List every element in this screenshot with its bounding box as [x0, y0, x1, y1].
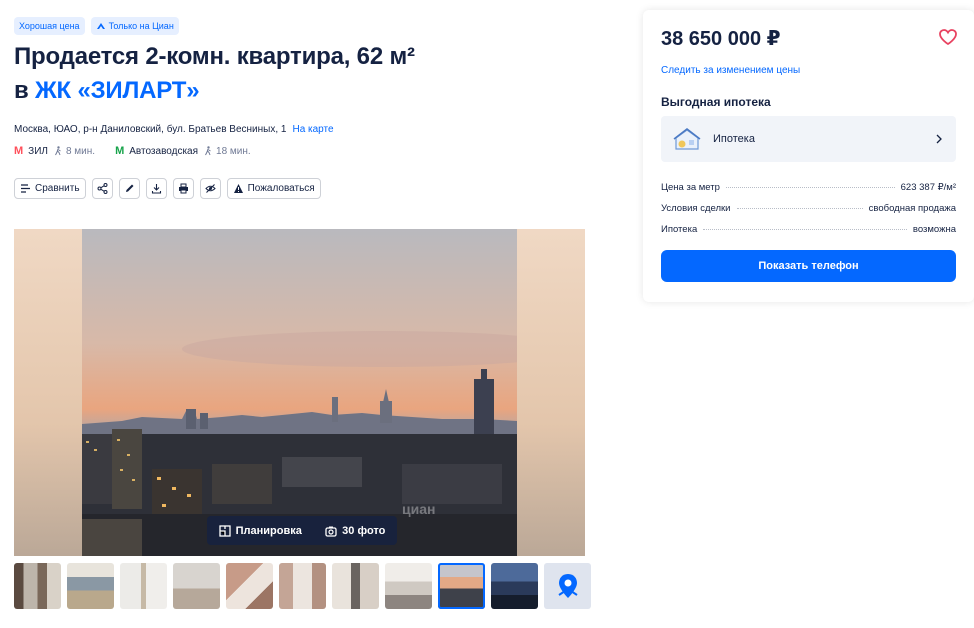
compare-label: Сравнить [35, 183, 80, 194]
photo-gallery[interactable]: циан [14, 229, 585, 556]
hide-button[interactable] [199, 178, 221, 199]
fact-value: 623 387 ₽/м² [900, 182, 956, 193]
price: 38 650 000 ₽ [661, 28, 781, 50]
badges: Хорошая цена Только на Циан [14, 17, 179, 35]
title-line1: Продается 2-комн. квартира, 62 м² [14, 43, 415, 70]
fact-row: Ипотека возможна [661, 224, 956, 245]
edit-button[interactable] [118, 178, 140, 199]
mortgage-heading: Выгодная ипотека [661, 95, 771, 109]
thumbnail[interactable] [14, 563, 61, 609]
address: Москва, ЮАО, р-н Даниловский, бул. Брать… [14, 124, 334, 135]
thumbnail[interactable] [67, 563, 114, 609]
house-icon [673, 128, 701, 150]
fact-label: Ипотека [661, 224, 698, 235]
share-icon [97, 183, 108, 194]
fact-label: Условия сделки [661, 203, 731, 214]
fact-value: возможна [912, 224, 956, 235]
toolbar: Сравнить Пожаловаться [14, 178, 321, 199]
thumbnail[interactable] [173, 563, 220, 609]
city-sunset-image: циан [82, 229, 517, 556]
thumbnail[interactable] [332, 563, 379, 609]
metro-icon: М [115, 145, 125, 157]
mortgage-offer[interactable]: Ипотека [661, 116, 956, 162]
follow-price-link[interactable]: Следить за изменением цены [661, 65, 800, 76]
fact-value: свободная продажа [868, 203, 956, 214]
floor-plan-button[interactable]: Планировка [218, 524, 302, 537]
compare-button[interactable]: Сравнить [14, 178, 86, 199]
print-icon [178, 183, 188, 194]
edit-icon [125, 184, 134, 192]
badge-only-cian: Только на Циан [90, 17, 179, 35]
badge-good-price: Хорошая цена [14, 17, 85, 35]
main-photo[interactable]: циан [82, 229, 517, 556]
download-icon [151, 184, 161, 194]
title-prefix: в [14, 77, 36, 104]
gallery-blur-left [14, 229, 82, 556]
facts-list: Цена за метр 623 387 ₽/м² Условия сделки… [661, 182, 956, 245]
complain-label: Пожаловаться [247, 183, 315, 194]
price-card: 38 650 000 ₽ Следить за изменением цены … [643, 10, 974, 302]
thumbnail-active[interactable] [438, 563, 485, 609]
thumbnail[interactable] [491, 563, 538, 609]
page-title: Продается 2-комн. квартира, 62 м² в ЖК «… [14, 40, 614, 108]
walk-time: 8 мин. [53, 146, 95, 157]
walking-person-icon [205, 146, 211, 156]
badge-only-cian-label: Только на Циан [108, 21, 174, 31]
show-phone-button[interactable]: Показать телефон [661, 250, 956, 282]
thumbnail-strip [14, 563, 591, 609]
walking-person-icon [55, 146, 61, 156]
thumbnail[interactable] [385, 563, 432, 609]
walk-time-value: 18 мин. [216, 145, 251, 157]
complex-link[interactable]: ЖК «ЗИЛАРТ» [35, 77, 200, 104]
walk-time: 18 мин. [203, 146, 251, 157]
metro-list: М ЗИЛ 8 мин. М Автозаводская 18 мин. [14, 145, 251, 157]
mortgage-label: Ипотека [713, 133, 755, 145]
thumbnail[interactable] [226, 563, 273, 609]
floor-plan-icon [218, 524, 231, 537]
share-button[interactable] [91, 178, 113, 199]
thumbnail-map[interactable] [544, 563, 591, 609]
map-pin-icon [557, 574, 578, 598]
hide-icon [204, 184, 216, 193]
floor-plan-label: Планировка [235, 524, 302, 537]
gallery-blur-right [517, 229, 585, 556]
thumbnail[interactable] [279, 563, 326, 609]
metro-station[interactable]: ЗИЛ [28, 146, 48, 157]
heart-icon[interactable] [938, 28, 958, 46]
badge-good-price-label: Хорошая цена [19, 21, 80, 31]
camera-icon [325, 526, 337, 537]
photos-button[interactable]: 30 фото [325, 525, 385, 537]
on-map-link[interactable]: На карте [292, 124, 333, 135]
walk-time-value: 8 мин. [65, 145, 96, 157]
photo-actions: Планировка 30 фото [207, 516, 397, 545]
fact-row: Условия сделки свободная продажа [661, 203, 956, 224]
fact-label: Цена за метр [661, 182, 720, 193]
svg-text:циан: циан [402, 501, 435, 517]
address-text: Москва, ЮАО, р-н Даниловский, бул. Брать… [14, 124, 287, 135]
print-button[interactable] [172, 178, 194, 199]
complain-button[interactable]: Пожаловаться [226, 178, 321, 199]
photos-count-label: 30 фото [342, 524, 386, 537]
download-button[interactable] [145, 178, 167, 199]
cian-logo-icon [96, 23, 105, 29]
thumbnail[interactable] [120, 563, 167, 609]
compare-icon [21, 184, 30, 193]
fact-row: Цена за метр 623 387 ₽/м² [661, 182, 956, 203]
metro-station[interactable]: Автозаводская [129, 146, 198, 157]
chevron-right-icon [936, 134, 942, 144]
warning-icon [233, 184, 243, 193]
metro-icon: М [14, 145, 24, 157]
